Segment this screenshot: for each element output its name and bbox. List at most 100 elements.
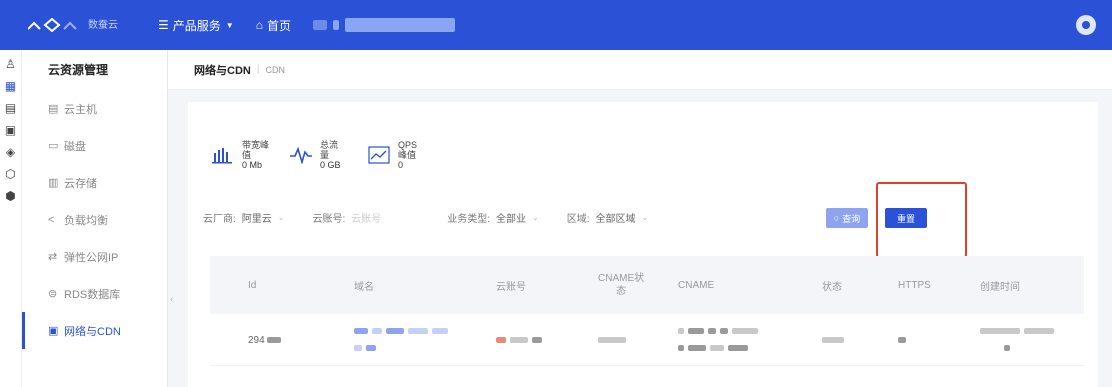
sidebar: 云资源管理 ▤ 云主机 ▭ 磁盘 ▥ 云存储 < 负载均衡 ⇄ 弹性公网IP ⊜… <box>22 50 168 387</box>
cell-created-time <box>980 314 1058 366</box>
redacted-tab <box>332 20 339 30</box>
redacted-tab[interactable] <box>344 18 455 32</box>
cell-status <box>822 314 848 366</box>
table-row[interactable]: 294 <box>210 314 1084 366</box>
cell-id-value: 294 <box>248 334 265 346</box>
sidebar-item-label: RDS数据库 <box>64 288 121 301</box>
chevron-down-icon: ⌄ <box>641 213 649 222</box>
network-icon: ▣ <box>48 325 59 337</box>
breadcrumb-main[interactable]: 网络与CDN <box>194 62 251 78</box>
column-header[interactable]: 创建时间 <box>980 256 1020 314</box>
sidebar-item-disk[interactable]: ▭ 磁盘 <box>22 127 167 164</box>
document-icon[interactable]: ▤ <box>0 98 21 118</box>
database-icon: ⊜ <box>48 288 58 300</box>
chevron-down-icon: ⌄ <box>532 213 539 222</box>
highlight-box <box>876 182 967 258</box>
sidebar-item-label: 负载均衡 <box>64 214 108 227</box>
area-chart-icon <box>368 146 390 164</box>
stat-label: 带宽峰 <box>242 140 270 150</box>
cell-https <box>898 314 910 366</box>
stat-label: 峰值 <box>398 150 417 160</box>
grid-menu-icon: ☰ <box>158 18 169 32</box>
search-icon: ○ <box>833 213 840 223</box>
account-label: 云账号: <box>312 214 346 225</box>
cube-icon[interactable]: ⬡ <box>0 164 21 184</box>
icon-rail: ♙ ▦ ▤ ▣ ◈ ⬡ ⬢ <box>0 50 22 387</box>
breadcrumb-separator: | <box>256 64 260 75</box>
column-header[interactable]: 云账号 <box>496 256 526 314</box>
region-select[interactable]: 全部区域 ⌄ <box>596 210 649 225</box>
sidebar-item-network-cdn[interactable]: ▣ 网络与CDN <box>22 312 167 349</box>
avatar[interactable] <box>1076 15 1096 35</box>
column-header[interactable]: CNAME <box>678 256 714 314</box>
stat-label: 量 <box>320 150 330 160</box>
chevron-down-icon: ▼ <box>225 20 234 30</box>
sidebar-item-label: 弹性公网IP <box>64 251 119 264</box>
sidebar-item-rds[interactable]: ⊜ RDS数据库 <box>22 275 167 312</box>
breadcrumb-sub: CDN <box>265 64 285 75</box>
share-icon: < <box>48 213 55 226</box>
content-card: 带宽峰 值 0 Mb 总流 量 0 GB QPS 峰值 0 云厂商: 阿里云 ⌄… <box>188 102 1098 387</box>
column-header[interactable]: 状态 <box>822 256 842 314</box>
stats-row: 带宽峰 值 0 Mb 总流 量 0 GB QPS 峰值 0 <box>212 140 446 170</box>
users-icon[interactable]: ♙ <box>0 54 21 74</box>
cell-cname-status <box>598 314 630 366</box>
nav-home[interactable]: ⌂ 首页 <box>256 17 291 34</box>
top-navbar: 数蚕云 ☰ 产品服务 ▼ ⌂ 首页 <box>0 0 1112 50</box>
stat-label: QPS <box>398 140 418 150</box>
sidebar-item-storage[interactable]: ▥ 云存储 <box>22 164 167 201</box>
cell-account <box>496 314 546 366</box>
stat-label: 值 <box>242 150 252 160</box>
column-header[interactable]: 域名 <box>354 256 374 314</box>
sidebar-item-load-balancer[interactable]: < 负载均衡 <box>22 201 167 238</box>
brand-name: 数蚕云 <box>88 19 118 31</box>
stat-value: 0 <box>398 160 404 170</box>
query-button[interactable]: ○ 查询 <box>826 208 868 228</box>
redacted-text <box>266 337 281 343</box>
logo-icon <box>28 18 77 32</box>
bar-chart-icon <box>212 148 232 164</box>
logo[interactable]: 数蚕云 <box>28 18 158 32</box>
sidebar-title: 云资源管理 <box>48 63 109 77</box>
box-icon[interactable]: ⬢ <box>0 186 21 206</box>
server-icon: ▤ <box>48 103 59 115</box>
chevron-down-icon: ⌄ <box>277 213 285 222</box>
table-header: Id 域名 云账号 CNAME状 态 CNAME 状态 HTTPS 创建时间 <box>210 256 1084 314</box>
redacted-tab[interactable] <box>312 20 327 30</box>
monitor-icon[interactable]: ▣ <box>0 120 21 140</box>
column-header-line: CNAME状 <box>598 273 645 284</box>
swap-icon: ⇄ <box>48 251 58 263</box>
filter-bar: 云厂商: 阿里云 ⌄ 云账号: 云账号 业务类型: 全部业 ⌄ 区域: 全部区域… <box>203 210 676 225</box>
storage-icon: ▥ <box>48 177 59 189</box>
region-value: 全部区域 <box>595 214 636 225</box>
region-label: 区域: <box>566 214 590 225</box>
column-header[interactable]: CNAME状 态 <box>598 256 644 314</box>
stat-value: 0 GB <box>320 160 341 170</box>
nav-products[interactable]: ☰ 产品服务 ▼ <box>158 17 234 34</box>
sidebar-item-cloud-host[interactable]: ▤ 云主机 <box>22 90 167 127</box>
nav-products-label: 产品服务 <box>172 18 221 33</box>
stat-label: 总流 <box>320 140 339 150</box>
account-input[interactable]: 云账号 <box>351 210 399 225</box>
stat-traffic: 总流 量 0 GB <box>290 140 350 170</box>
shield-icon[interactable]: ◈ <box>0 142 21 162</box>
column-header-line: 态 <box>616 286 627 297</box>
collapse-sidebar-icon[interactable]: ‹ <box>170 294 173 305</box>
pulse-icon <box>290 146 312 164</box>
vendor-select[interactable]: 阿里云 ⌄ <box>242 210 285 225</box>
sidebar-item-elastic-ip[interactable]: ⇄ 弹性公网IP <box>22 238 167 275</box>
vendor-label: 云厂商: <box>203 214 236 225</box>
cell-domain[interactable] <box>354 314 452 366</box>
stat-value: 0 Mb <box>242 160 263 170</box>
biztype-select[interactable]: 全部业 ⌄ <box>496 210 539 225</box>
home-icon: ⌂ <box>255 18 263 32</box>
biztype-value: 全部业 <box>496 214 527 225</box>
query-button-label: 查询 <box>842 213 861 224</box>
sidebar-item-label: 云主机 <box>64 103 97 116</box>
stat-bandwidth: 带宽峰 值 0 Mb <box>212 140 272 170</box>
cell-cname <box>678 314 762 366</box>
column-header[interactable]: HTTPS <box>898 256 931 314</box>
cloud-resource-icon[interactable]: ▦ <box>0 76 21 96</box>
sidebar-item-label: 磁盘 <box>64 140 86 153</box>
column-header[interactable]: Id <box>248 256 256 314</box>
